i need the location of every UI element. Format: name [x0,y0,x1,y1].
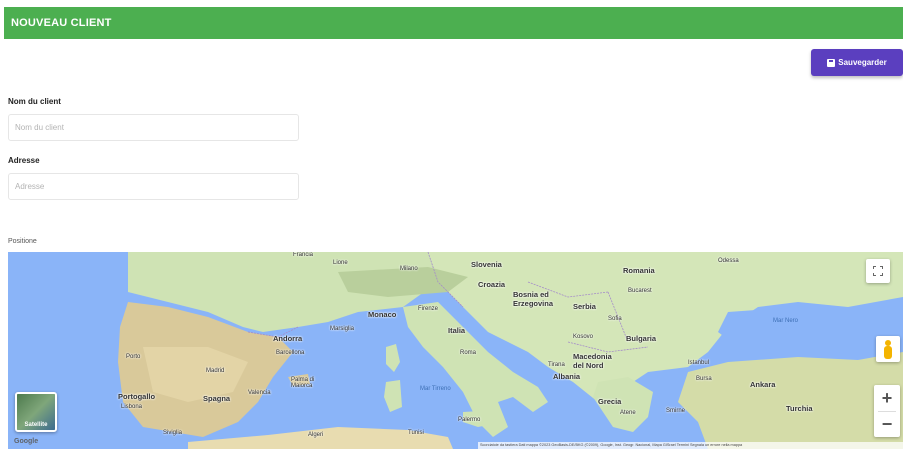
address-input[interactable] [8,173,299,200]
save-button[interactable]: Sauvegarder [811,49,903,76]
map-label-france: Francia [293,252,314,258]
map-label-lisbona: Lisbona [121,404,143,410]
map-label-turchia: Turchia [786,404,813,413]
map-label-barcellona: Barcellona [276,350,305,356]
address-label: Adresse [8,156,40,165]
position-label: Positione [8,238,37,245]
map-type-toggle[interactable]: Satellite [15,392,57,432]
zoom-out-button[interactable]: − [874,412,900,438]
save-button-label: Sauvegarder [838,58,887,67]
map-label-grecia: Grecia [598,397,622,406]
map-label-milano: Milano [400,266,418,272]
fullscreen-button[interactable] [866,259,890,283]
map-label-bursa: Bursa [696,376,712,382]
map-label-firenze: Firenze [418,306,439,312]
map-label-palma: Palma di Maiorca [291,377,315,389]
map-label-atene: Atene [620,410,636,416]
zoom-control: + − [874,385,900,437]
map-label-serbia: Serbia [573,302,596,311]
map-label-albania: Albania [553,372,581,381]
map-label-sofia: Sofia [608,316,622,322]
map-label-romania: Romania [623,266,655,275]
map-label-croazia: Croazia [478,280,506,289]
map-label-marsiglia: Marsiglia [330,326,355,332]
map-label-palermo: Palermo [458,417,481,423]
zoom-in-button[interactable]: + [874,385,900,411]
fullscreen-icon [873,266,883,276]
map-type-label: Satellite [24,422,48,428]
map-terrain [118,252,903,449]
map-label-istanbul: Istanbul [688,360,710,366]
map-label-portogallo: Portogallo [118,392,156,401]
map-label-odessa: Odessa [718,258,739,264]
map-label-monaco: Monaco [368,310,397,319]
map-label-tunisi: Tunisi [408,430,424,436]
map-label-smirne: Smirne [666,408,686,414]
map-label-slovenia: Slovenia [471,260,502,269]
map-label-siviglia: Siviglia [163,430,183,436]
map-label-ankara: Ankara [750,380,776,389]
map-view[interactable]: Francia Lione Milano Slovenia Croazia Bo… [8,252,903,449]
map-label-madrid: Madrid [206,368,225,374]
map-label-valencia: Valencia [248,390,271,396]
map-label-porto: Porto [126,354,141,360]
map-label-italia: Italia [448,326,466,335]
page-header: NOUVEAU CLIENT [4,7,903,39]
map-label-roma: Roma [460,350,477,356]
page-title: NOUVEAU CLIENT [11,17,112,29]
map-label-bulgaria: Bulgaria [626,334,657,343]
client-name-input[interactable] [8,114,299,141]
map-label-tirana: Tirana [548,362,565,368]
street-view-pegman[interactable] [876,336,900,362]
map-label-macedonia: Macedonia del Nord [573,352,612,370]
map-label-spagna: Spagna [203,394,231,403]
map-attribution[interactable]: Scorciatoie da tastiera Dati mappa ©2023… [478,442,903,449]
floppy-disk-icon [827,58,836,67]
map-label-andorra: Andorra [273,334,303,343]
map-label-algeri: Algeri [308,432,324,438]
map-label-kosovo: Kosovo [573,334,594,340]
map-label-mar-nero: Mar Nero [773,318,799,324]
map-label-mar-tirreno: Mar Tirreno [420,386,451,392]
pegman-body [884,346,892,359]
client-name-label: Nom du client [8,97,61,106]
map-label-lione: Lione [333,260,348,266]
map-label-bucarest: Bucarest [628,288,652,294]
map-label-bosnia: Bosnia ed Erzegovina [513,290,554,308]
google-logo: Google [14,438,39,445]
